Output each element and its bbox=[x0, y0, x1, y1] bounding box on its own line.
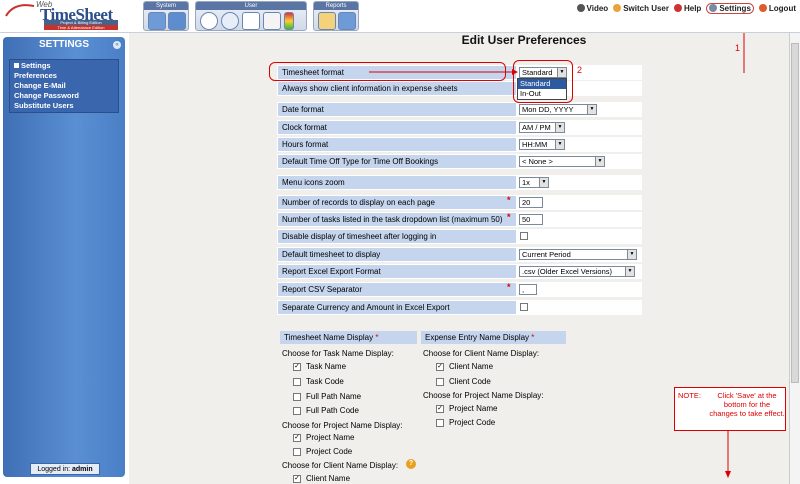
annotation-number-2: 2 bbox=[577, 65, 583, 75]
help-icon[interactable]: ? bbox=[406, 459, 416, 469]
ts-project-code-checkbox[interactable] bbox=[293, 448, 301, 456]
ts-full-path-name-label: Full Path Name bbox=[306, 392, 362, 401]
ts-full-path-name-checkbox[interactable] bbox=[293, 393, 301, 401]
exp-project-name-checkbox[interactable]: ✓ bbox=[436, 405, 444, 413]
top-bar: Web TimeSheet Project & Billing Edition … bbox=[0, 0, 800, 33]
sidebar-menu: Settings Preferences Change E-Mail Chang… bbox=[9, 59, 119, 113]
reports-toolbar-group: Reports bbox=[313, 1, 359, 31]
exp-client-name-checkbox[interactable]: ✓ bbox=[436, 363, 444, 371]
main-content: Edit User Preferences Timesheet format S… bbox=[129, 33, 789, 484]
ts-project-display-label: Choose for Project Name Display: bbox=[282, 421, 403, 430]
exp-project-display-label: Choose for Project Name Display: bbox=[423, 391, 544, 400]
reports-icon-1[interactable] bbox=[318, 12, 336, 30]
ts-task-code-checkbox[interactable] bbox=[293, 378, 301, 386]
help-icon bbox=[673, 4, 682, 12]
expense-name-display-header: Expense Entry Name Display * bbox=[421, 331, 566, 344]
exp-client-display-label: Choose for Client Name Display: bbox=[423, 349, 540, 358]
top-nav: Video Switch User Help Settings Logout bbox=[576, 2, 796, 14]
nav-logout[interactable]: Logout bbox=[758, 4, 796, 13]
app-logo[interactable]: Web TimeSheet Project & Billing Edition … bbox=[4, 0, 144, 33]
ts-task-code-label: Task Code bbox=[306, 377, 344, 386]
timesheet-name-display-header: Timesheet Name Display * bbox=[280, 331, 417, 344]
timesheet-icon[interactable] bbox=[263, 12, 281, 30]
sidebar-section: Settings bbox=[14, 61, 114, 70]
ts-full-path-code-label: Full Path Code bbox=[306, 406, 359, 415]
timer-icon[interactable] bbox=[221, 12, 239, 30]
logged-in-status: Logged in: admin bbox=[30, 463, 100, 475]
required-marker: * bbox=[375, 333, 379, 342]
sidebar-title: SETTINGS bbox=[38, 39, 89, 50]
annotation-number-1: 1 bbox=[735, 43, 741, 53]
system-group-title: System bbox=[144, 2, 188, 10]
note-text: Click 'Save' at the bottom for the chang… bbox=[709, 391, 785, 418]
traffic-light-icon[interactable] bbox=[284, 12, 294, 30]
logo-swoosh-icon bbox=[5, 4, 35, 17]
exp-project-code-checkbox[interactable] bbox=[436, 419, 444, 427]
ts-full-path-code-checkbox[interactable] bbox=[293, 407, 301, 415]
system-toolbar-group: System bbox=[143, 1, 189, 31]
nav-switch-user[interactable]: Switch User bbox=[613, 4, 669, 13]
ts-project-code-label: Project Code bbox=[306, 447, 353, 456]
system-icon-2[interactable] bbox=[168, 12, 186, 30]
note-label: NOTE: bbox=[678, 391, 701, 400]
ts-project-name-label: Project Name bbox=[306, 433, 355, 442]
system-icon-1[interactable] bbox=[148, 12, 166, 30]
ts-task-display-label: Choose for Task Name Display: bbox=[282, 349, 394, 358]
reports-icon-2[interactable] bbox=[338, 12, 356, 30]
save-note: NOTE: Click 'Save' at the bottom for the… bbox=[674, 387, 786, 431]
exp-client-code-label: Client Code bbox=[449, 377, 491, 386]
calendar-icon[interactable] bbox=[242, 12, 260, 30]
ts-client-name-label: Client Name bbox=[306, 474, 351, 483]
reports-group-title: Reports bbox=[314, 2, 358, 10]
clock-icon[interactable] bbox=[200, 12, 218, 30]
sidebar-item-change-password[interactable]: Change Password bbox=[14, 91, 114, 101]
scrollbar-thumb[interactable] bbox=[791, 43, 799, 383]
exp-project-name-label: Project Name bbox=[449, 404, 498, 413]
switch-user-icon bbox=[613, 4, 622, 12]
exp-client-name-label: Client Name bbox=[449, 362, 494, 371]
exp-client-code-checkbox[interactable] bbox=[436, 378, 444, 386]
ts-task-name-label: Task Name bbox=[306, 362, 347, 371]
settings-icon bbox=[709, 4, 718, 12]
ts-project-name-checkbox[interactable]: ✓ bbox=[293, 434, 301, 442]
nav-settings[interactable]: Settings bbox=[706, 2, 754, 14]
sidebar-item-preferences[interactable]: Preferences bbox=[14, 71, 114, 81]
logout-icon bbox=[758, 4, 767, 12]
exp-project-code-label: Project Code bbox=[449, 418, 496, 427]
nav-help[interactable]: Help bbox=[673, 4, 701, 13]
sidebar-item-substitute-users[interactable]: Substitute Users bbox=[14, 101, 114, 111]
ts-client-name-checkbox[interactable]: ✓ bbox=[293, 475, 301, 483]
logo-edition-2: Time & Attendance Edition bbox=[44, 25, 118, 30]
sidebar-item-change-email[interactable]: Change E-Mail bbox=[14, 81, 114, 91]
vertical-scrollbar[interactable] bbox=[789, 33, 800, 484]
collapse-icon[interactable]: « bbox=[113, 41, 121, 49]
video-icon bbox=[576, 4, 585, 12]
user-toolbar-group: User bbox=[195, 1, 307, 31]
user-group-title: User bbox=[196, 2, 306, 10]
ts-client-display-label: Choose for Client Name Display: bbox=[282, 461, 399, 470]
nav-video[interactable]: Video bbox=[576, 4, 608, 13]
section-bullet-icon bbox=[14, 63, 19, 68]
logged-in-user: admin bbox=[72, 466, 93, 473]
required-marker: * bbox=[531, 333, 535, 342]
ts-task-name-checkbox[interactable]: ✓ bbox=[293, 363, 301, 371]
sidebar: SETTINGS « Settings Preferences Change E… bbox=[3, 37, 125, 477]
